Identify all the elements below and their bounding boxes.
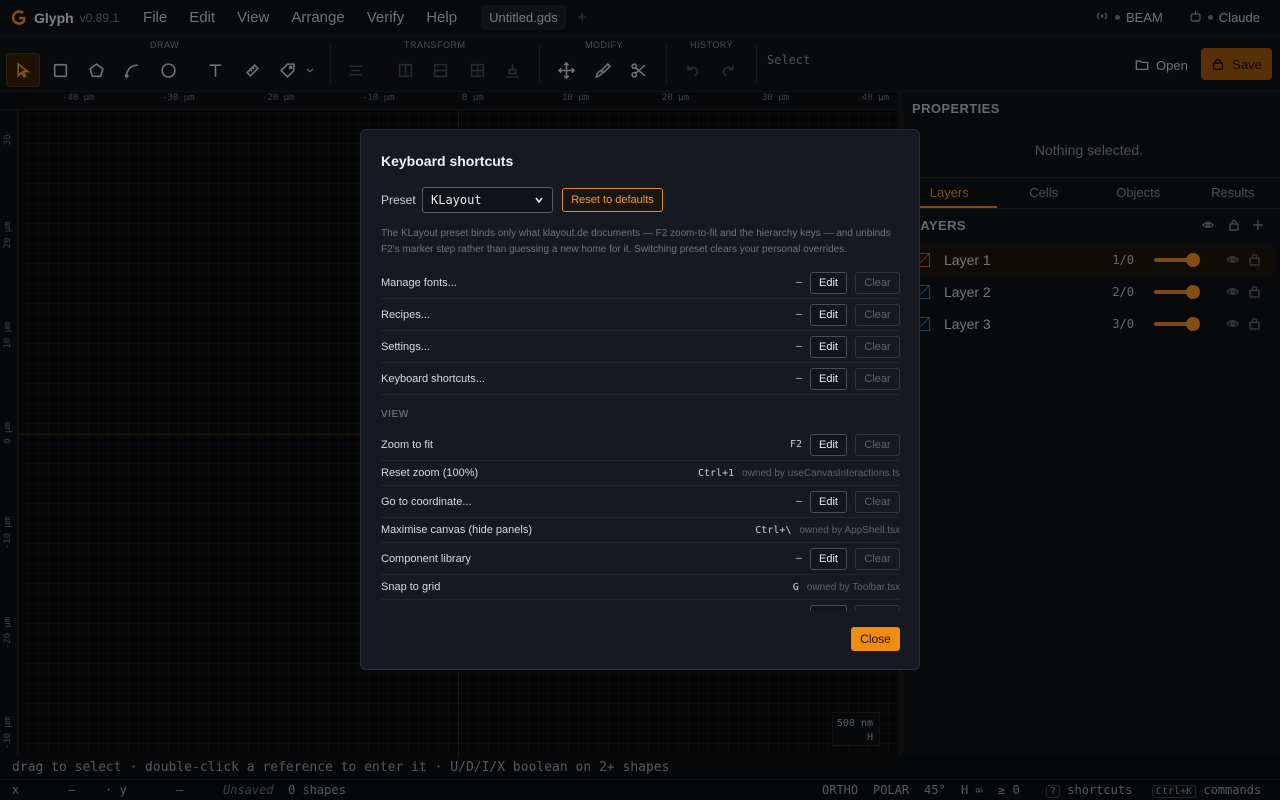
edit-button[interactable]: Edit: [810, 303, 847, 326]
clear-button[interactable]: Clear: [855, 604, 900, 611]
preset-description: The KLayout preset binds only what klayo…: [381, 228, 891, 255]
shortcut-owner: owned by AppShell.tsx: [799, 524, 900, 536]
section-header-view: VIEW: [381, 409, 409, 420]
shortcut-owner: owned by Toolbar.tsx: [806, 581, 900, 593]
shortcut-key: Ctrl+\: [755, 524, 792, 536]
shortcut-name: Component library: [381, 552, 471, 565]
clear-button[interactable]: Clear: [855, 271, 900, 294]
shortcut-key: G: [792, 581, 799, 593]
shortcut-row[interactable]: Keyboard shortcuts... — Edit Clear: [381, 363, 900, 395]
shortcut-name: Recipes...: [381, 308, 430, 321]
shortcut-key: —: [795, 309, 802, 320]
shortcut-row[interactable]: Import markers from CSV— Edit Clear: [381, 600, 900, 611]
shortcut-name: Reset zoom (100%): [381, 467, 479, 479]
shortcut-key: F2: [789, 439, 802, 450]
clear-button[interactable]: Clear: [855, 367, 900, 390]
shortcut-row[interactable]: Settings... — Edit Clear: [381, 331, 900, 363]
clear-button[interactable]: Clear: [855, 335, 900, 358]
shortcut-key: —: [795, 553, 802, 564]
chevron-down-icon: [535, 197, 543, 204]
shortcut-row[interactable]: Zoom to fit F2 Edit Clear: [381, 429, 900, 461]
shortcut-owner: owned by useCanvasInteractions.ts: [742, 467, 900, 479]
app-window: Glyph v0.89.1 File Edit View Arrange Ver…: [0, 0, 1280, 800]
clear-button[interactable]: Clear: [855, 490, 900, 513]
clear-button[interactable]: Clear: [855, 303, 900, 326]
clear-button[interactable]: Clear: [855, 433, 900, 456]
preset-value: KLayout: [431, 193, 482, 207]
shortcut-key: —: [796, 610, 802, 611]
clear-button[interactable]: Clear: [855, 547, 900, 570]
preset-select[interactable]: KLayout: [422, 187, 553, 213]
shortcut-name: Import markers from CSV: [381, 610, 796, 612]
shortcut-key: —: [795, 277, 802, 288]
edit-button[interactable]: Edit: [810, 271, 847, 294]
preset-label: Preset: [381, 193, 416, 207]
shortcut-name: Zoom to fit: [381, 438, 433, 451]
keyboard-shortcuts-dialog: Keyboard shortcuts Preset KLayout Reset …: [360, 129, 920, 670]
shortcut-name: Snap to grid: [381, 581, 441, 593]
edit-button[interactable]: Edit: [810, 335, 847, 358]
shortcut-row[interactable]: Recipes... — Edit Clear: [381, 299, 900, 331]
shortcut-key: —: [795, 341, 802, 352]
close-button[interactable]: Close: [851, 627, 900, 651]
shortcut-name: Go to coordinate...: [381, 495, 472, 508]
shortcut-list[interactable]: Manage fonts... — Edit Clear Recipes... — Edit…: [381, 267, 900, 611]
shortcut-row[interactable]: Manage fonts... — Edit Clear: [381, 267, 900, 299]
shortcut-key: Ctrl+1: [698, 467, 735, 479]
shortcut-name: Settings...: [381, 340, 430, 353]
edit-button[interactable]: Edit: [810, 604, 847, 611]
shortcut-row[interactable]: Reset zoom (100%) Ctrl+1 owned by useCanva…: [381, 461, 900, 486]
shortcut-row[interactable]: Go to coordinate... — Edit Clear: [381, 486, 900, 518]
edit-button[interactable]: Edit: [810, 547, 847, 570]
shortcut-name: Manage fonts...: [381, 276, 457, 289]
edit-button[interactable]: Edit: [810, 367, 847, 390]
shortcut-key: —: [795, 373, 802, 384]
reset-defaults-button[interactable]: Reset to defaults: [562, 188, 663, 212]
shortcut-name: Maximise canvas (hide panels): [381, 524, 533, 536]
dialog-title: Keyboard shortcuts: [381, 153, 514, 169]
shortcut-key: —: [795, 496, 802, 507]
shortcut-row[interactable]: Component library — Edit Clear: [381, 543, 900, 575]
shortcut-row[interactable]: Snap to grid Gowned by Toolbar.tsx: [381, 575, 900, 600]
shortcut-row[interactable]: Maximise canvas (hide panels) Ctrl+\ owned…: [381, 518, 900, 543]
edit-button[interactable]: Edit: [810, 433, 847, 456]
shortcut-name: Keyboard shortcuts...: [381, 372, 485, 385]
edit-button[interactable]: Edit: [810, 490, 847, 513]
